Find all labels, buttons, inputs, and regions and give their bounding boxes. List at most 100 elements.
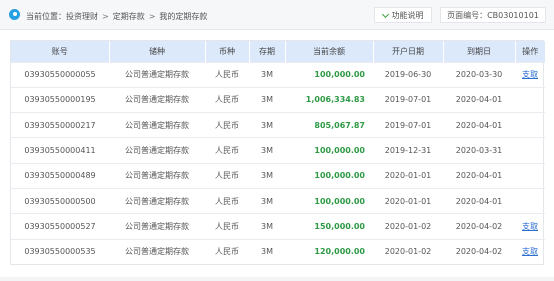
cell-account: 03930550000535 [11, 238, 109, 265]
cell-due-date: 2020-04-01 [443, 112, 515, 138]
table-header-row: 账号 储种 币种 存期 当前余额 开户日期 到期日 操作 [11, 41, 545, 62]
cell-term: 3M [249, 238, 285, 265]
cell-open-date: 2020-01-01 [373, 187, 443, 214]
cell-action [515, 162, 545, 189]
header-due-date: 到期日 [443, 41, 516, 62]
cell-currency: 人民币 [205, 61, 249, 88]
breadcrumb-item-investment[interactable]: 投资理财 [66, 11, 98, 22]
cell-balance: 100,000.00 [285, 61, 373, 88]
cell-account: 03930550000195 [11, 86, 109, 113]
cell-due-date: 2020-03-30 [443, 61, 515, 88]
breadcrumb-item-time-deposit[interactable]: 定期存款 [113, 11, 145, 22]
header-action: 操作 [515, 41, 545, 62]
breadcrumb-separator: > [148, 11, 156, 21]
withdraw-link[interactable]: 支取 [522, 70, 538, 79]
cell-term: 3M [249, 86, 285, 113]
cell-action: 支取 [515, 238, 545, 265]
table-row: 03930550000500 公司普通定期存款 人民币 3M 100,000.00 202… [11, 187, 545, 214]
cell-action [515, 112, 545, 138]
cell-currency: 人民币 [205, 86, 249, 113]
cell-open-date: 2020-01-01 [373, 162, 443, 189]
cell-type: 公司普通定期存款 [109, 238, 205, 265]
cell-action: 支取 [515, 213, 545, 240]
header-term: 存期 [249, 41, 286, 62]
cell-due-date: 2020-03-31 [443, 137, 515, 164]
withdraw-link[interactable]: 支取 [522, 247, 538, 256]
cell-type: 公司普通定期存款 [109, 162, 205, 189]
cell-currency: 人民币 [205, 137, 249, 164]
cell-currency: 人民币 [205, 112, 249, 138]
cell-type: 公司普通定期存款 [109, 112, 205, 138]
cell-due-date: 2020-04-02 [443, 238, 515, 265]
breadcrumb-prefix: 当前位置： [26, 11, 66, 21]
header-open-date: 开户日期 [373, 41, 444, 62]
cell-account: 03930550000411 [11, 137, 109, 164]
cell-type: 公司普通定期存款 [109, 213, 205, 240]
cell-type: 公司普通定期存款 [109, 137, 205, 164]
cell-action: 支取 [515, 61, 545, 88]
cell-account: 03930550000500 [11, 187, 109, 214]
cell-account: 03930550000489 [11, 162, 109, 189]
cell-balance: 1,006,334.83 [285, 86, 373, 113]
cell-balance: 805,067.87 [285, 112, 373, 138]
cell-due-date: 2020-04-02 [443, 213, 515, 240]
cell-type: 公司普通定期存款 [109, 187, 205, 214]
cell-account: 03930550000217 [11, 112, 109, 138]
cell-due-date: 2020-04-01 [443, 86, 515, 113]
cell-balance: 150,000.00 [285, 213, 373, 240]
withdraw-link[interactable]: 支取 [522, 222, 538, 231]
table-row: 03930550000195 公司普通定期存款 人民币 3M 1,006,334.83 2… [11, 86, 545, 113]
cell-account: 03930550000055 [11, 61, 109, 88]
cell-action [515, 86, 545, 113]
cell-term: 3M [249, 213, 285, 240]
help-button[interactable]: 功能说明 [374, 7, 432, 23]
help-button-label: 功能说明 [391, 10, 424, 20]
cell-term: 3M [249, 112, 285, 138]
cell-currency: 人民币 [205, 213, 249, 240]
cell-due-date: 2020-04-01 [443, 162, 515, 189]
cell-term: 3M [249, 187, 285, 214]
cell-type: 公司普通定期存款 [109, 86, 205, 113]
cell-open-date: 2019-07-01 [373, 86, 443, 113]
cell-balance: 120,000.00 [285, 238, 373, 265]
cell-currency: 人民币 [205, 162, 249, 189]
cell-open-date: 2020-01-02 [373, 213, 443, 240]
page-number-label: 页面编号：CB03010101 [447, 10, 539, 20]
table-row: 03930550000527 公司普通定期存款 人民币 3M 150,000.00 202… [11, 213, 545, 240]
cell-open-date: 2019-12-31 [373, 137, 443, 164]
cell-balance: 100,000.00 [285, 137, 373, 164]
deposit-table: 账号 储种 币种 存期 当前余额 开户日期 到期日 操作 03930550000… [11, 41, 545, 265]
cell-action [515, 137, 545, 164]
cell-open-date: 2019-07-01 [373, 112, 443, 138]
cell-currency: 人民币 [205, 187, 249, 214]
cell-currency: 人民币 [205, 238, 249, 265]
cell-term: 3M [249, 61, 285, 88]
cell-term: 3M [249, 162, 285, 189]
cell-account: 03930550000527 [11, 213, 109, 240]
cell-balance: 100,000.00 [285, 187, 373, 214]
table-row: 03930550000055 公司普通定期存款 人民币 3M 100,000.00 201… [11, 61, 545, 88]
breadcrumb-item-my-deposits: 我的定期存款 [159, 11, 208, 21]
cell-due-date: 2020-04-01 [443, 187, 515, 214]
header-account: 账号 [11, 41, 110, 62]
table-row: 03930550000489 公司普通定期存款 人民币 3M 100,000.00 202… [11, 162, 545, 189]
cell-term: 3M [249, 137, 285, 164]
table-row: 03930550000535 公司普通定期存款 人民币 3M 120,000.00 202… [11, 238, 545, 265]
header-currency: 币种 [205, 41, 250, 62]
chevron-down-icon [381, 10, 389, 18]
breadcrumb-separator: > [102, 11, 109, 21]
table-row: 03930550000217 公司普通定期存款 人民币 3M 805,067.87 201… [11, 112, 545, 138]
page-number-badge: 页面编号：CB03010101 [440, 7, 546, 23]
header-balance: 当前余额 [285, 41, 374, 62]
breadcrumb: 当前位置： 投资理财 > 定期存款 > 我的定期存款 [26, 10, 207, 22]
table-row: 03930550000411 公司普通定期存款 人民币 3M 100,000.00 201… [11, 137, 545, 164]
cell-type: 公司普通定期存款 [109, 61, 205, 88]
location-pin-icon [9, 9, 20, 20]
deposit-table-container: 账号 储种 币种 存期 当前余额 开户日期 到期日 操作 03930550000… [10, 40, 545, 266]
cell-open-date: 2020-01-02 [373, 238, 443, 265]
cell-open-date: 2019-06-30 [373, 61, 443, 88]
cell-action [515, 187, 545, 214]
cell-balance: 100,000.00 [285, 162, 373, 189]
bottom-divider [0, 277, 554, 281]
top-bar: 当前位置： 投资理财 > 定期存款 > 我的定期存款 功能说明 页面编号：CB0… [0, 0, 554, 30]
